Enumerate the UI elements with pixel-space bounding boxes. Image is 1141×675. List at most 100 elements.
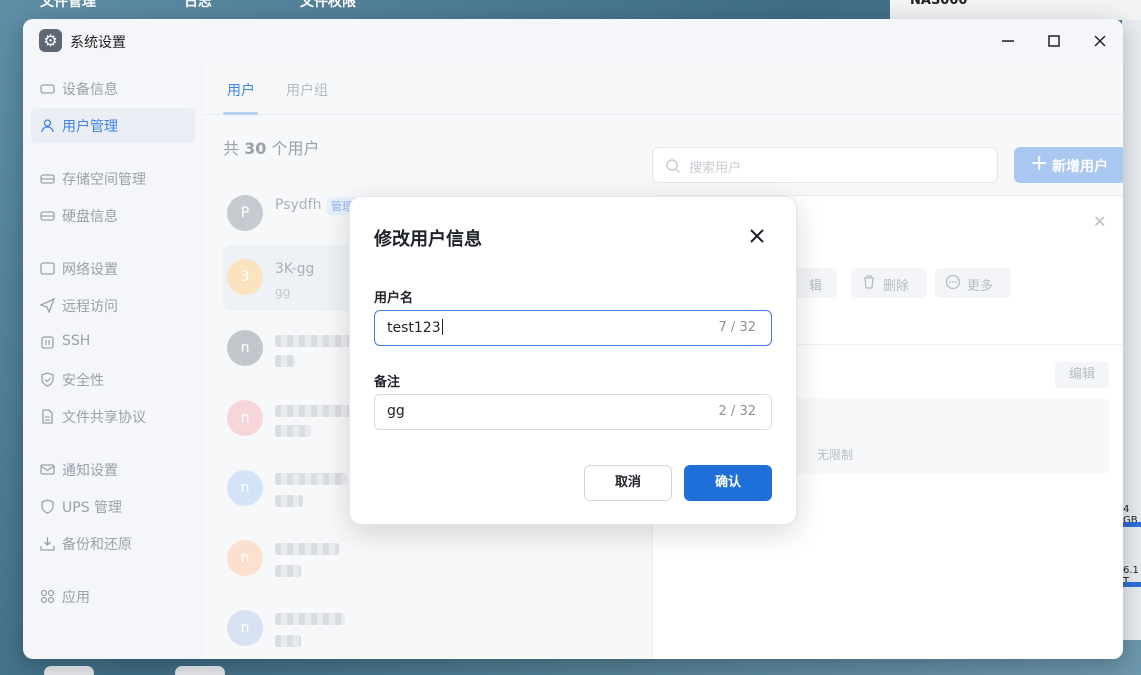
sidebar-item-apps[interactable]: 应用: [31, 579, 195, 614]
user-count-suffix: 个用户: [271, 139, 320, 158]
sidebar-item-label: 硬盘信息: [62, 209, 118, 225]
title-bar[interactable]: ⚙ 系统设置: [23, 19, 1123, 63]
text-caret: [441, 319, 443, 335]
user-name: 3K-gg: [275, 261, 315, 277]
shield-icon: [40, 372, 55, 387]
search-input[interactable]: 搜索用户: [652, 147, 998, 183]
sidebar-item-network[interactable]: 网络设置: [31, 251, 195, 286]
sidebar-item-label: 应用: [62, 590, 90, 606]
sidebar-item-label: 远程访问: [62, 299, 118, 315]
sidebar-item-storage[interactable]: 存储空间管理: [31, 161, 195, 196]
confirm-button[interactable]: 确认: [684, 465, 772, 501]
avatar: n: [227, 470, 263, 506]
edit-user-dialog: 修改用户信息 用户名 test123 7 / 32 备注 gg 2 / 32 取…: [349, 196, 797, 525]
user-count-prefix: 共: [223, 139, 240, 158]
edit-action-label: 辑: [809, 279, 823, 294]
sidebar-item-device-info[interactable]: 设备信息: [31, 71, 195, 106]
minimize-button[interactable]: [993, 27, 1023, 55]
storage-icon: [40, 171, 55, 186]
edit-button[interactable]: 编辑: [1055, 362, 1109, 388]
sidebar-item-label: 文件共享协议: [62, 410, 146, 426]
tab-user-groups[interactable]: 用户组: [286, 80, 328, 100]
dock-item[interactable]: [175, 666, 225, 675]
add-user-label: 新增用户: [1052, 159, 1108, 175]
more-button[interactable]: 更多: [935, 268, 1011, 298]
list-item[interactable]: n: [223, 525, 603, 591]
mail-icon: [40, 462, 55, 477]
sidebar-item-label: 设备信息: [62, 82, 118, 98]
username-char-count: 7 / 32: [718, 320, 756, 335]
close-window-button[interactable]: [1085, 27, 1115, 55]
username-value: test123: [387, 319, 443, 336]
cancel-button[interactable]: 取消: [584, 465, 672, 501]
blurred-note: [275, 355, 295, 367]
more-label: 更多: [967, 279, 994, 294]
sidebar-item-label: 存储空间管理: [62, 172, 146, 188]
disk-icon: [40, 208, 55, 223]
blurred-username: [275, 473, 347, 485]
close-icon[interactable]: [746, 225, 768, 247]
note-field[interactable]: gg 2 / 32: [374, 394, 772, 430]
trash-icon: [864, 275, 874, 289]
sidebar-item-user-management[interactable]: 用户管理: [31, 108, 195, 143]
username-field[interactable]: test123 7 / 32: [374, 310, 772, 346]
ups-shield-icon: [40, 499, 55, 514]
note-label: 备注: [374, 375, 401, 390]
search-icon: [666, 159, 680, 173]
maximize-button[interactable]: [1039, 27, 1069, 55]
avatar: n: [227, 610, 263, 646]
note-char-count: 2 / 32: [718, 404, 756, 419]
delete-label: 删除: [883, 279, 910, 294]
avatar: n: [227, 330, 263, 366]
plus-icon: +: [1030, 151, 1049, 176]
sidebar-item-label: SSH: [62, 333, 91, 349]
widget-bar-storage: [1122, 582, 1141, 587]
desktop-label-logs[interactable]: 日志: [184, 0, 212, 11]
desktop-label-file-manager[interactable]: 文件管理: [40, 0, 96, 11]
sidebar-item-label: UPS 管理: [62, 500, 123, 516]
quota-value: 无限制: [817, 448, 854, 462]
sidebar-item-remote-access[interactable]: 远程访问: [31, 288, 195, 323]
desktop-widget-strip: 4 GB 6.1 T: [1122, 20, 1141, 640]
sidebar: 设备信息 用户管理 存储空间管理 硬盘信息 网络设置 远程访问 SSH 安全性: [23, 63, 203, 659]
sidebar-item-label: 通知设置: [62, 463, 118, 479]
dialog-title: 修改用户信息: [374, 229, 482, 250]
user-note: gg: [275, 285, 291, 299]
tab-bar: 用户 用户组: [203, 63, 1123, 115]
user-name: Psydfh: [275, 197, 322, 213]
backup-icon: [40, 536, 55, 551]
avatar: n: [227, 400, 263, 436]
note-value: gg: [387, 403, 405, 419]
edit-action-button[interactable]: 辑: [793, 268, 837, 298]
sidebar-item-file-sharing[interactable]: 文件共享协议: [31, 399, 195, 434]
tab-users[interactable]: 用户: [227, 80, 255, 100]
apps-icon: [40, 589, 55, 604]
delete-button[interactable]: 删除: [851, 268, 927, 298]
add-user-button[interactable]: + 新增用户: [1014, 147, 1123, 183]
blurred-username: [275, 613, 345, 625]
user-icon: [40, 118, 55, 133]
sidebar-item-security[interactable]: 安全性: [31, 362, 195, 397]
sidebar-item-ups[interactable]: UPS 管理: [31, 489, 195, 524]
desktop-label-permissions[interactable]: 文件权限: [300, 0, 356, 11]
widget-title: NAS000: [910, 0, 968, 8]
blurred-username: [275, 405, 355, 417]
gear-icon: ⚙: [39, 29, 62, 52]
user-count-value: 30: [244, 139, 267, 158]
send-icon: [39, 297, 56, 314]
blurred-note: [275, 495, 303, 507]
tab-active-indicator: [223, 112, 258, 115]
sidebar-item-notifications[interactable]: 通知设置: [31, 452, 195, 487]
window-title: 系统设置: [70, 35, 126, 51]
sidebar-item-backup[interactable]: 备份和还原: [31, 526, 195, 561]
sidebar-item-label: 网络设置: [62, 262, 118, 278]
blurred-username: [275, 335, 355, 347]
dock-item[interactable]: [44, 666, 94, 675]
sidebar-item-ssh[interactable]: SSH: [31, 325, 195, 360]
ssh-icon: [40, 335, 55, 350]
blurred-note: [275, 425, 311, 437]
sidebar-item-disk-info[interactable]: 硬盘信息: [31, 198, 195, 233]
list-item[interactable]: n: [223, 595, 603, 659]
close-icon[interactable]: ✕: [1093, 212, 1106, 231]
blurred-note: [275, 565, 301, 577]
